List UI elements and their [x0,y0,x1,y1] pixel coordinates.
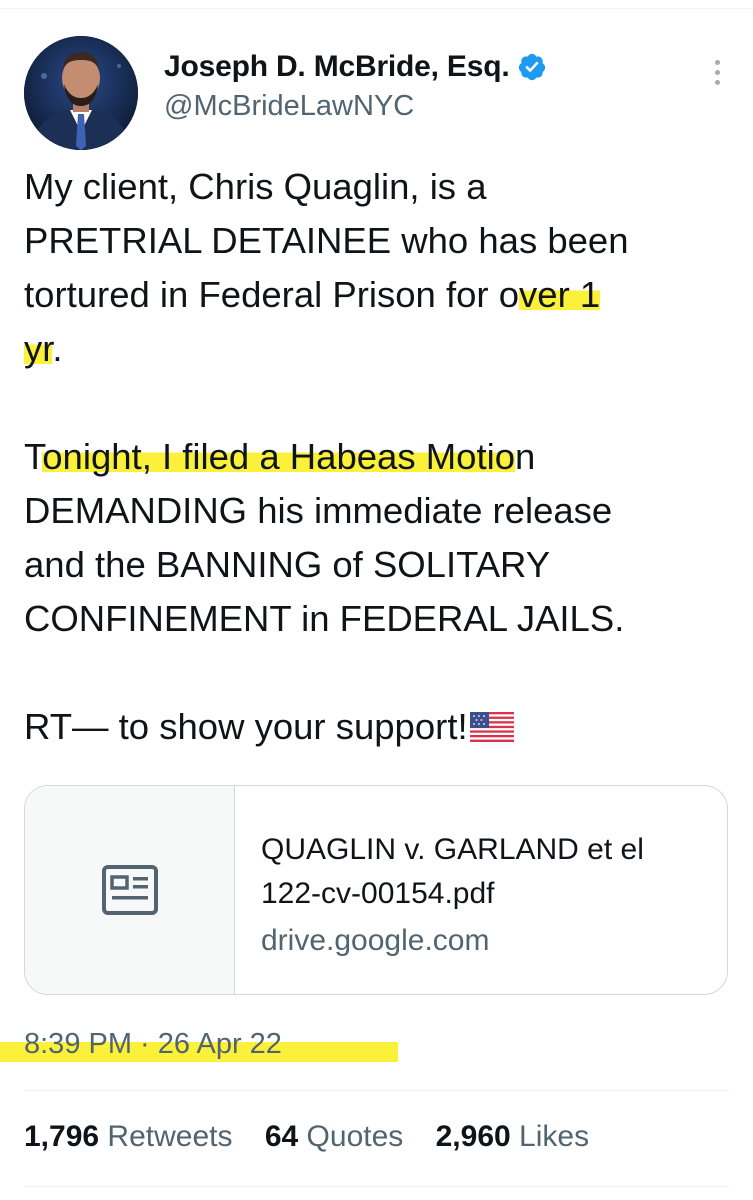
avatar[interactable] [24,36,138,150]
tweet-header: Joseph D. McBride, Esq. @McBrideLawNYC [24,36,729,150]
card-title: 122-cv-00154.pdf [261,877,495,910]
author-info: Joseph D. McBride, Esq. @McBrideLawNYC [164,50,547,123]
more-options-icon[interactable] [705,52,729,92]
likes-label: Likes [519,1120,590,1153]
retweets-stat[interactable]: 1,796 Retweets [24,1120,232,1153]
quotes-stat[interactable]: 64 Quotes [265,1120,403,1153]
quotes-count: 64 [264,1120,299,1153]
highlighted-text: onight, I filed a Habeas Motio [42,436,516,477]
text-fragment: n [515,436,536,477]
retweets-count: 1,796 [24,1120,100,1153]
us-flag-emoji [469,712,514,742]
top-divider [0,8,753,9]
quotes-label: Quotes [306,1120,404,1153]
likes-stat[interactable]: 2,960 Likes [436,1120,589,1153]
avatar-photo [24,36,138,150]
card-body: QUAGLIN v. GARLAND et el 122-cv-00154.pd… [235,786,644,994]
tweet-text-line: tortured in Federal Prison for over 1 [24,268,724,322]
engagement-stats: 1,796 Retweets 64 Quotes 2,960 Likes [24,1120,613,1154]
tweet-text-line: DEMANDING his immediate release [24,490,613,531]
tweet-text-line: My client, Chris Quaglin, is a [24,166,487,207]
text-fragment: RT— to show your support! [24,706,468,747]
text-fragment: T [24,436,43,477]
card-thumbnail [25,786,235,994]
name-row: Joseph D. McBride, Esq. [164,50,547,84]
retweets-label: Retweets [107,1120,233,1153]
likes-count: 2,960 [435,1120,511,1153]
highlighted-text: ver 1 [519,274,601,315]
tweet-text-line: CONFINEMENT in FEDERAL JAILS. [24,598,625,639]
tweet-text: My client, Chris Quaglin, is a PRETRIAL … [24,160,724,754]
card-domain: drive.google.com [261,924,490,957]
divider [24,1186,729,1187]
link-preview-card[interactable]: QUAGLIN v. GARLAND et el 122-cv-00154.pd… [24,785,728,995]
text-fragment: tortured in Federal Prison for o [24,274,520,315]
verified-badge-icon [519,53,546,81]
tweet-text-line: RT— to show your support! [24,700,724,754]
card-title: QUAGLIN v. GARLAND et el [261,833,644,866]
highlighted-text: yr [24,328,53,369]
tweet-text-line: and the BANNING of SOLITARY [24,544,551,585]
document-card-icon [101,865,158,915]
author-handle[interactable]: @McBrideLawNYC [164,90,547,123]
author-display-name[interactable]: Joseph D. McBride, Esq. [164,50,510,84]
tweet-text-line: Tonight, I filed a Habeas Motion [24,430,724,484]
tweet-timestamp[interactable]: 8:39 PM · 26 Apr 22 [24,1028,282,1061]
divider [24,1090,729,1091]
tweet-text-line: yr. [24,322,724,376]
text-fragment: . [52,328,63,369]
tweet-text-line: PRETRIAL DETAINEE who has been [24,220,629,261]
